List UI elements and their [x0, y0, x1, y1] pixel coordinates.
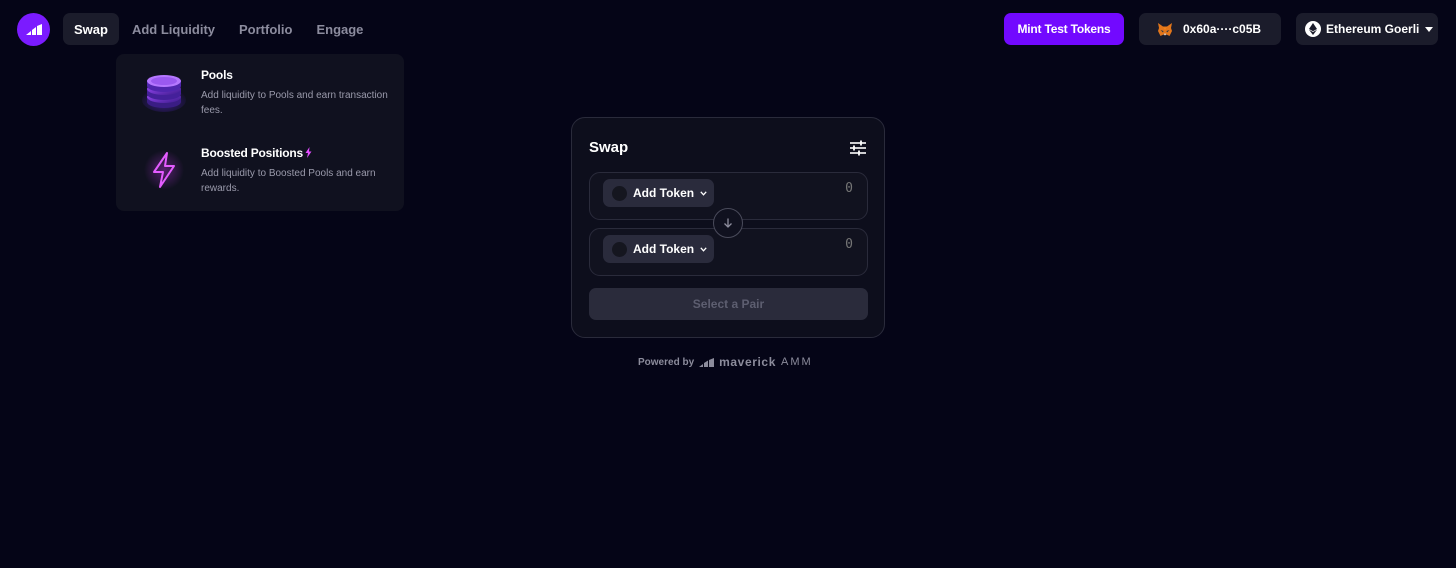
caret-down-icon [1425, 26, 1434, 32]
token-placeholder-icon [612, 185, 627, 201]
to-token-select[interactable]: Add Token [603, 235, 714, 263]
chevron-down-icon [700, 190, 707, 196]
settings-sliders-icon[interactable] [849, 139, 867, 157]
nav-swap[interactable]: Swap [63, 13, 119, 45]
nav-portfolio[interactable]: Portfolio [228, 13, 303, 45]
network-selector[interactable]: Ethereum Goerli [1296, 13, 1438, 45]
powered-by-footer: Powered by maverick AMM [638, 354, 813, 370]
select-pair-button[interactable]: Select a Pair [589, 288, 868, 320]
swap-title: Swap [589, 139, 629, 156]
nav-add-liquidity[interactable]: Add Liquidity [121, 13, 226, 45]
token-placeholder-icon [612, 241, 627, 257]
ethereum-icon [1305, 21, 1321, 37]
pools-stack-icon [142, 70, 186, 114]
dropdown-title-boosted-text: Boosted Positions [201, 146, 303, 160]
dropdown-item-pools[interactable]: Pools Add liquidity to Pools and earn tr… [116, 62, 404, 132]
to-token-label: Add Token [633, 242, 695, 256]
to-amount-input[interactable] [795, 236, 855, 253]
powered-by-text: Powered by [638, 356, 695, 368]
amm-text: AMM [780, 356, 813, 368]
dropdown-item-boosted-positions[interactable]: Boosted Positions Add liquidity to Boost… [116, 140, 404, 210]
wallet-button[interactable]: 0x60a····c05B [1139, 13, 1281, 45]
wallet-address: 0x60a····c05B [1183, 22, 1262, 36]
boost-bolt-icon [305, 147, 312, 158]
flip-direction-button[interactable] [713, 208, 743, 238]
dropdown-title-pools: Pools [201, 68, 233, 82]
dropdown-title-boosted: Boosted Positions [201, 146, 312, 160]
add-liquidity-dropdown: Pools Add liquidity to Pools and earn tr… [116, 54, 404, 211]
main-nav: Swap Add Liquidity Portfolio Engage [63, 13, 376, 45]
maverick-logo-icon [25, 23, 42, 35]
top-bar: Swap Add Liquidity Portfolio Engage Mint… [0, 0, 1456, 60]
nav-engage[interactable]: Engage [305, 13, 374, 45]
from-token-select[interactable]: Add Token [603, 179, 714, 207]
arrow-down-icon [724, 218, 732, 228]
mint-test-tokens-button[interactable]: Mint Test Tokens [1004, 13, 1124, 45]
maverick-mark-icon [699, 357, 715, 367]
from-amount-input[interactable] [795, 180, 855, 197]
dropdown-desc-boosted: Add liquidity to Boosted Pools and earn … [201, 168, 376, 194]
network-label: Ethereum Goerli [1326, 22, 1420, 36]
chevron-down-icon [700, 246, 707, 252]
from-token-label: Add Token [633, 186, 695, 200]
metamask-fox-icon [1157, 22, 1173, 37]
maverick-logo[interactable] [17, 13, 50, 46]
dropdown-desc-pools: Add liquidity to Pools and earn transact… [201, 90, 388, 116]
maverick-brand-text: maverick [719, 355, 776, 369]
swap-card: Swap Add Token Add Token [571, 117, 885, 338]
lightning-bolt-icon [142, 148, 186, 192]
